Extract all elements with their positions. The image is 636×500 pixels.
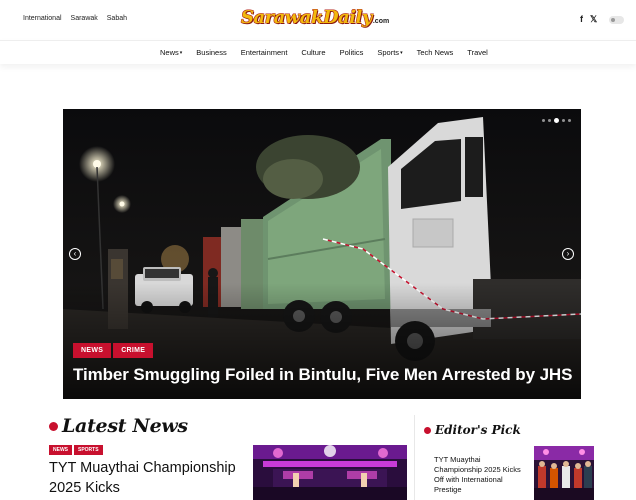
nav-item-label: Politics [339, 48, 364, 57]
nav-item-news[interactable]: News▾ [160, 48, 182, 57]
logo-suffix: .com [372, 18, 390, 25]
region-link-sabah[interactable]: Sabah [107, 15, 127, 22]
dark-mode-toggle[interactable] [609, 16, 624, 24]
slider-dot[interactable] [542, 119, 545, 122]
logo-text: SarawakDaily [241, 7, 372, 28]
chevron-left-icon: ‹ [73, 249, 77, 258]
hero-slider[interactable]: ‹ › NEWS CRIME Timber Smuggling Foiled i… [63, 109, 581, 399]
region-link-sarawak[interactable]: Sarawak [71, 15, 98, 22]
tag-crime[interactable]: CRIME [113, 343, 154, 358]
chevron-right-icon: › [566, 249, 570, 258]
slider-next-button[interactable]: › [562, 248, 574, 260]
tag-news[interactable]: NEWS [49, 445, 72, 455]
main-nav: News▾ Business Entertainment Culture Politic… [0, 40, 636, 64]
chevron-down-icon: ▾ [179, 50, 183, 56]
slider-dot[interactable] [568, 119, 571, 122]
nav-item-label: Culture [301, 48, 326, 57]
facebook-icon[interactable]: f [580, 14, 583, 25]
chevron-down-icon: ▾ [400, 50, 403, 56]
article-tags: NEWS SPORTS [49, 445, 103, 455]
slider-dot[interactable] [548, 119, 551, 122]
heading-bullet-icon [49, 421, 58, 431]
region-links: International Sarawak Sabah [23, 15, 127, 22]
tag-news[interactable]: NEWS [73, 343, 112, 358]
region-link-international[interactable]: International [23, 15, 62, 22]
nav-item-culture[interactable]: Culture [301, 48, 325, 57]
latest-article-thumbnail[interactable] [253, 445, 407, 500]
latest-article-title[interactable]: TYT Muaythai Championship 2025 Kicks [49, 458, 239, 498]
slider-dot[interactable] [554, 118, 559, 123]
nav-item-label: News [160, 48, 179, 57]
editors-pick-thumbnail[interactable] [534, 446, 594, 500]
section-divider [414, 415, 415, 500]
nav-items: News▾ Business Entertainment Culture Politic… [160, 48, 488, 57]
x-twitter-icon[interactable]: 𝕏 [590, 14, 597, 25]
nav-item-entertainment[interactable]: Entertainment [241, 48, 288, 57]
editors-pick-heading-text: Editor's Pick [435, 423, 521, 437]
tag-sports[interactable]: SPORTS [74, 445, 103, 455]
nav-item-sports[interactable]: Sports▾ [377, 48, 402, 57]
slider-prev-button[interactable]: ‹ [69, 248, 81, 260]
nav-item-travel[interactable]: Travel [467, 48, 488, 57]
hero-tags: NEWS CRIME [73, 343, 154, 358]
muaythai-crowd-image [534, 446, 594, 500]
nav-item-label: Tech News [416, 48, 454, 57]
latest-news-heading-text: Latest News [62, 415, 188, 437]
nav-item-label: Entertainment [240, 48, 288, 57]
hero-headline[interactable]: Timber Smuggling Foiled in Bintulu, Five… [73, 365, 572, 385]
top-bar: International Sarawak Sabah SarawakDaily… [0, 0, 636, 40]
nav-item-tech-news[interactable]: Tech News [417, 48, 454, 57]
nav-item-business[interactable]: Business [196, 48, 226, 57]
nav-item-label: Business [196, 48, 227, 57]
social-links: f 𝕏 [580, 14, 597, 25]
toggle-knob [611, 18, 615, 22]
muaythai-arena-image [253, 445, 407, 500]
site-logo[interactable]: SarawakDaily .com [241, 7, 389, 33]
nav-item-politics[interactable]: Politics [340, 48, 364, 57]
nav-item-label: Travel [467, 48, 488, 57]
heading-bullet-icon [424, 426, 431, 434]
slider-dots [542, 118, 571, 123]
slider-dot[interactable] [562, 119, 565, 122]
editors-pick-article-title[interactable]: TYT Muaythai Championship 2025 Kicks Off… [434, 455, 526, 495]
nav-item-label: Sports [377, 48, 400, 57]
latest-news-heading: Latest News [49, 415, 188, 437]
editors-pick-heading: Editor's Pick [424, 423, 521, 437]
